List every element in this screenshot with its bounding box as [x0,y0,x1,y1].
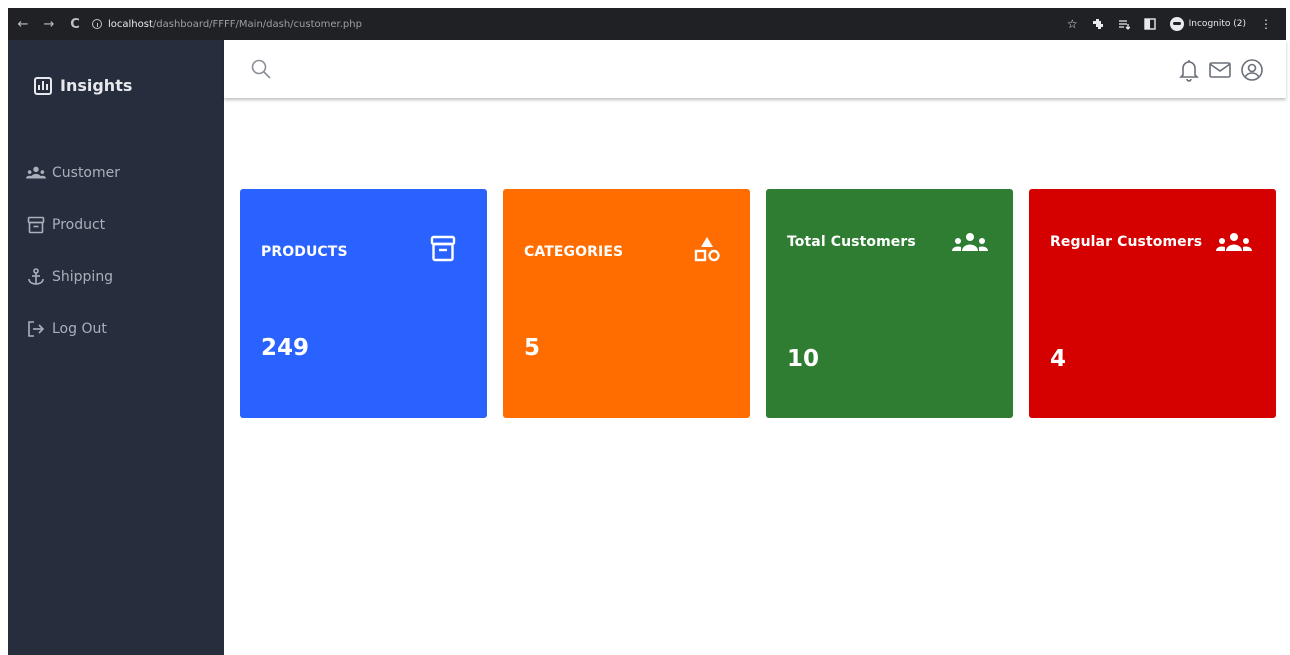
sidebar-item-label: Customer [52,165,121,181]
side-panel-icon[interactable] [1143,18,1156,30]
info-icon[interactable] [92,19,102,29]
logout-icon [26,320,46,338]
card-regular-customers[interactable]: Regular Customers 4 [1029,189,1276,418]
browser-toolbar: ← → C localhost/dashboard/FFFF/Main/dash… [8,8,1286,40]
url-path: /dashboard/FFFF/Main/dash/customer.php [152,18,362,30]
card-value: 4 [1050,346,1067,372]
card-title: Total Customers [787,234,916,250]
top-header [224,40,1286,98]
bell-icon[interactable] [1178,58,1200,82]
reading-list-icon[interactable] [1118,18,1130,30]
header-actions [1178,58,1264,82]
users-icon [1216,233,1252,251]
card-total-customers[interactable]: Total Customers 10 [766,189,1013,418]
brand[interactable]: Insights [34,76,132,95]
user-circle-icon[interactable] [1240,58,1264,82]
card-categories[interactable]: CATEGORIES 5 [503,189,750,418]
sidebar-item-logout[interactable]: Log Out [26,320,107,338]
card-title: CATEGORIES [524,244,624,260]
chart-icon [34,76,52,95]
sidebar-item-customer[interactable]: Customer [26,164,120,182]
address-bar[interactable]: localhost/dashboard/FFFF/Main/dash/custo… [92,13,362,35]
card-title: PRODUCTS [261,244,348,260]
card-value: 10 [787,346,820,372]
reload-icon[interactable]: C [64,17,86,32]
sidebar-item-product[interactable]: Product [26,216,105,234]
brand-name: Insights [60,76,133,95]
anchor-icon [26,268,46,286]
shapes-icon [694,237,720,262]
back-icon[interactable]: ← [12,17,34,32]
users-icon [26,164,46,182]
incognito-indicator[interactable]: Incognito (2) [1169,17,1246,31]
archive-icon [430,235,456,262]
card-value: 5 [524,335,541,361]
card-products[interactable]: PRODUCTS 249 [240,189,487,418]
menu-icon[interactable]: ⋮ [1260,17,1272,31]
sidebar-item-label: Shipping [52,269,114,285]
bookmark-star-icon[interactable]: ☆ [1067,17,1078,31]
card-value: 249 [261,335,310,361]
card-title: Regular Customers [1050,234,1203,250]
sidebar: Insights Customer Product Shipping Log O… [8,40,224,655]
url-host: localhost [108,18,153,30]
extensions-icon[interactable] [1092,18,1104,30]
mail-icon[interactable] [1208,58,1232,82]
browser-actions: ☆ Incognito (2) ⋮ [1067,17,1286,31]
incognito-icon [1169,17,1184,31]
archive-icon [26,216,46,234]
users-icon [952,233,988,251]
forward-icon[interactable]: → [38,17,60,32]
sidebar-item-label: Log Out [52,321,107,337]
search-icon[interactable] [250,58,272,80]
incognito-label: Incognito (2) [1188,19,1246,29]
sidebar-item-shipping[interactable]: Shipping [26,268,113,286]
sidebar-item-label: Product [52,217,106,233]
